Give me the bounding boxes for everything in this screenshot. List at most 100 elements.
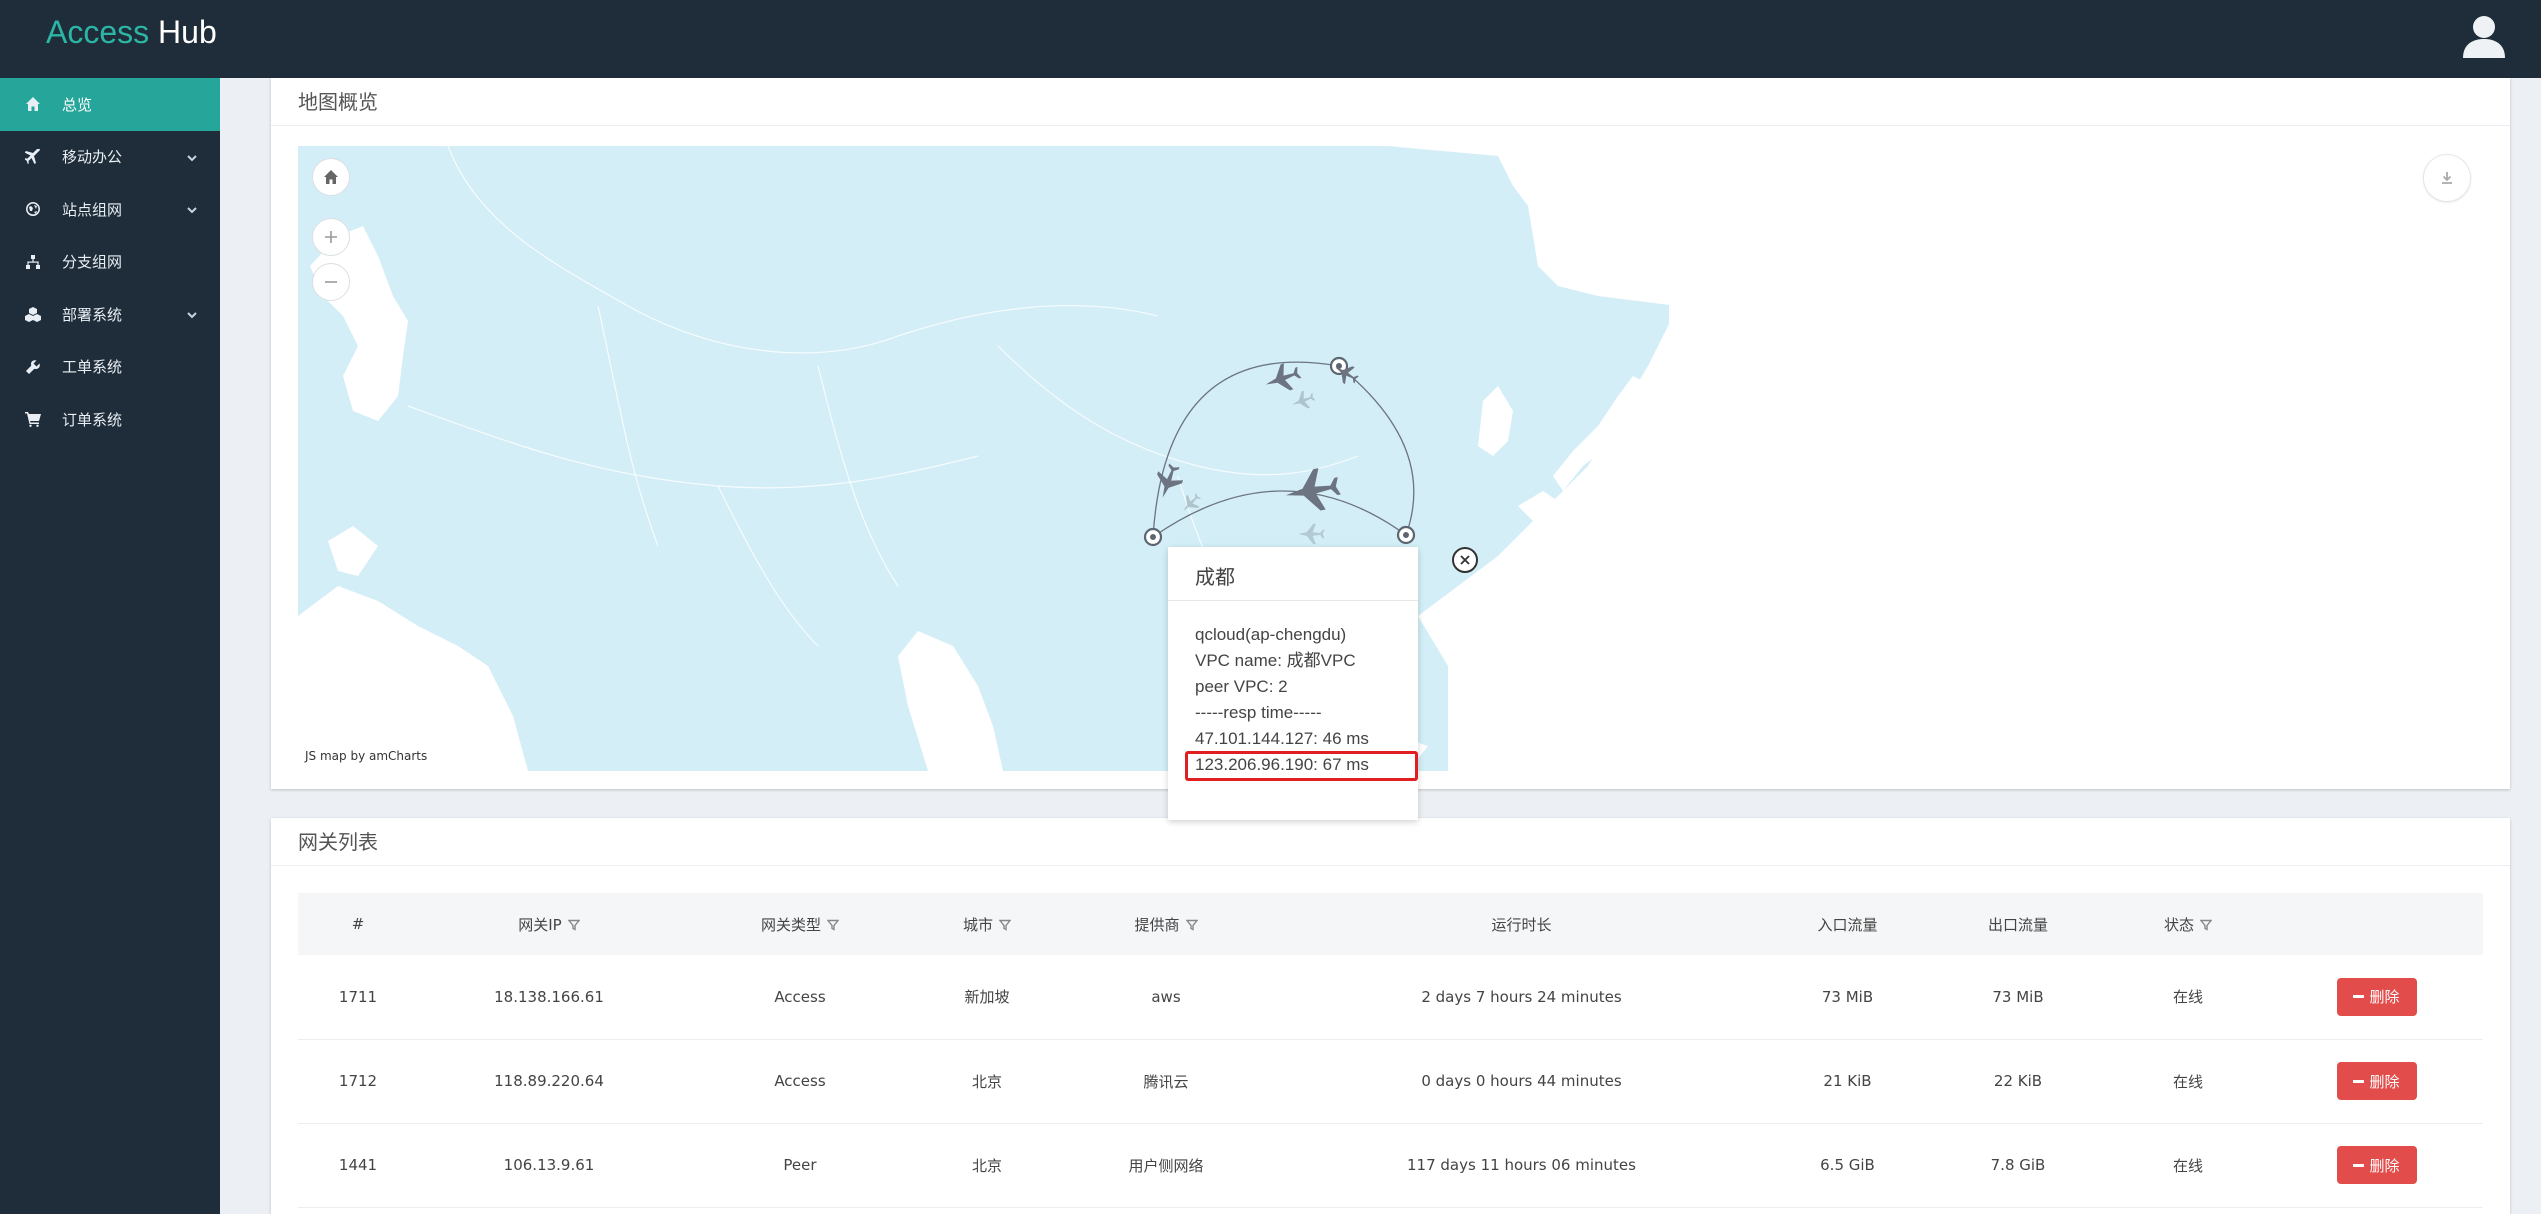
table-row: 1712 118.89.220.64 Access 北京 腾讯云 0 days … (298, 1039, 2483, 1124)
cell-actions: 删除 (2270, 1123, 2483, 1208)
cell-actions: 删除 (2270, 1039, 2483, 1124)
column-label: 城市 (962, 915, 993, 934)
cell-city: 北京 (920, 1039, 1054, 1124)
city-marker[interactable] (1396, 525, 1416, 545)
popup-title: 成都 (1168, 547, 1418, 601)
app-logo[interactable]: Access Hub (46, 14, 217, 51)
cell-outbound: 7.8 GiB (1930, 1123, 2106, 1208)
cell-id: 1711 (298, 955, 418, 1040)
popup-body: qcloud(ap-chengdu) VPC name: 成都VPC peer … (1168, 601, 1418, 781)
map-export-button[interactable] (2423, 154, 2471, 202)
popup-line-highlighted: 123.206.96.190: 67 ms (1185, 751, 1418, 781)
map-zoom-in-button[interactable] (312, 218, 350, 256)
cell-inbound: 6.5 GiB (1765, 1123, 1930, 1208)
cell-actions: 删除 (2270, 955, 2483, 1040)
sidebar-item-overview[interactable]: 总览 (0, 78, 220, 131)
city-marker[interactable] (1143, 527, 1163, 547)
sidebar-item-deploy-system[interactable]: 部署系统 (0, 288, 220, 341)
column-label: 运行时长 (1491, 915, 1552, 934)
filter-icon[interactable] (567, 917, 581, 931)
sidebar-item-branch-network[interactable]: 分支组网 (0, 236, 220, 289)
column-header-outbound[interactable]: 出口流量 (1930, 893, 2106, 955)
home-icon (324, 170, 338, 184)
minus-icon (2353, 1163, 2365, 1167)
cell-status: 在线 (2106, 1039, 2270, 1124)
sidebar-item-label: 分支组网 (62, 253, 123, 272)
delete-button[interactable]: 删除 (2336, 977, 2417, 1016)
cell-id: 1441 (298, 1123, 418, 1208)
map-home-button[interactable] (312, 158, 350, 196)
table-row: 1441 106.13.9.61 Peer 北京 用户侧网络 117 days … (298, 1123, 2483, 1208)
cell-type: Access (680, 1039, 920, 1124)
column-label: 提供商 (1134, 915, 1180, 934)
sidebar-item-mobile-office[interactable]: 移动办公 (0, 131, 220, 184)
sidebar-item-label: 站点组网 (62, 200, 123, 219)
column-label: # (351, 915, 365, 933)
sitemap-icon (24, 253, 42, 271)
column-label: 网关类型 (760, 915, 821, 934)
cubes-icon (24, 305, 42, 323)
delete-button[interactable]: 删除 (2336, 1146, 2417, 1184)
logo-part-hub: Hub (158, 14, 217, 50)
popup-line: qcloud(ap-chengdu) (1195, 625, 1347, 644)
column-header-status[interactable]: 状态 (2106, 893, 2270, 955)
user-icon (2463, 16, 2505, 58)
sidebar-item-site-network[interactable]: 站点组网 (0, 183, 220, 236)
column-header-provider[interactable]: 提供商 (1054, 893, 1278, 955)
column-header-uptime[interactable]: 运行时长 (1278, 893, 1765, 955)
wrench-icon (24, 358, 42, 376)
cell-inbound: 73 MiB (1765, 955, 1930, 1040)
table-header-row: # 网关IP 网关类型 城市 提供商 运行时长 入口流量 出口流量 状态 (298, 893, 2483, 955)
cell-ip: 106.13.9.61 (418, 1123, 680, 1208)
cart-icon (24, 410, 42, 428)
minus-icon (325, 281, 337, 283)
cell-uptime: 117 days 11 hours 06 minutes (1278, 1123, 1765, 1208)
column-label: 入口流量 (1817, 915, 1878, 934)
world-map (298, 146, 1669, 771)
highlight-box (1185, 751, 1418, 781)
cell-outbound: 73 MiB (1930, 955, 2106, 1040)
delete-button[interactable]: 删除 (2336, 1062, 2417, 1100)
cell-city: 北京 (920, 1123, 1054, 1208)
gateway-panel-title: 网关列表 (271, 818, 2510, 866)
delete-label: 删除 (2369, 1156, 2400, 1175)
cell-provider: 用户侧网络 (1054, 1123, 1278, 1208)
filter-icon[interactable] (826, 917, 840, 931)
column-header-inbound[interactable]: 入口流量 (1765, 893, 1930, 955)
cell-uptime: 2 days 7 hours 24 minutes (1278, 955, 1765, 1040)
plane-icon (24, 148, 42, 166)
popup-close-button[interactable] (1452, 547, 1478, 573)
filter-icon[interactable] (2199, 917, 2213, 931)
user-menu-button[interactable] (2461, 14, 2507, 60)
cell-outbound: 22 KiB (1930, 1039, 2106, 1124)
map-panel-title: 地图概览 (271, 78, 2510, 126)
close-icon (1460, 555, 1470, 565)
cell-status: 在线 (2106, 955, 2270, 1040)
map-credit[interactable]: JS map by amCharts (305, 749, 427, 763)
map-canvas[interactable]: JS map by amCharts (298, 146, 1669, 771)
sidebar-item-order-system[interactable]: 订单系统 (0, 393, 220, 446)
cell-inbound: 21 KiB (1765, 1039, 1930, 1124)
sidebar-item-label: 部署系统 (62, 305, 123, 324)
column-header-type[interactable]: 网关类型 (680, 893, 920, 955)
table-row: 1711 18.138.166.61 Access 新加坡 aws 2 days… (298, 955, 2483, 1040)
delete-label: 删除 (2369, 1072, 2400, 1091)
map-zoom-out-button[interactable] (312, 263, 350, 301)
globe-icon (24, 200, 42, 218)
filter-icon[interactable] (998, 917, 1012, 931)
sidebar-item-label: 总览 (62, 95, 93, 114)
sidebar-item-ticket-system[interactable]: 工单系统 (0, 341, 220, 394)
column-header-city[interactable]: 城市 (920, 893, 1054, 955)
cell-uptime: 0 days 0 hours 44 minutes (1278, 1039, 1765, 1124)
city-info-popup: 成都 qcloud(ap-chengdu) VPC name: 成都VPC pe… (1168, 547, 1418, 820)
chevron-down-icon (186, 202, 198, 214)
cell-type: Access (680, 955, 920, 1040)
filter-icon[interactable] (1185, 917, 1198, 931)
column-header-ip[interactable]: 网关IP (418, 893, 680, 955)
cell-provider: 腾讯云 (1054, 1039, 1278, 1124)
column-label: 网关IP (518, 915, 562, 934)
delete-label: 删除 (2369, 988, 2400, 1007)
column-label: 出口流量 (1987, 915, 2048, 934)
logo-part-access: Access (46, 14, 150, 50)
column-header-id[interactable]: # (298, 893, 418, 955)
